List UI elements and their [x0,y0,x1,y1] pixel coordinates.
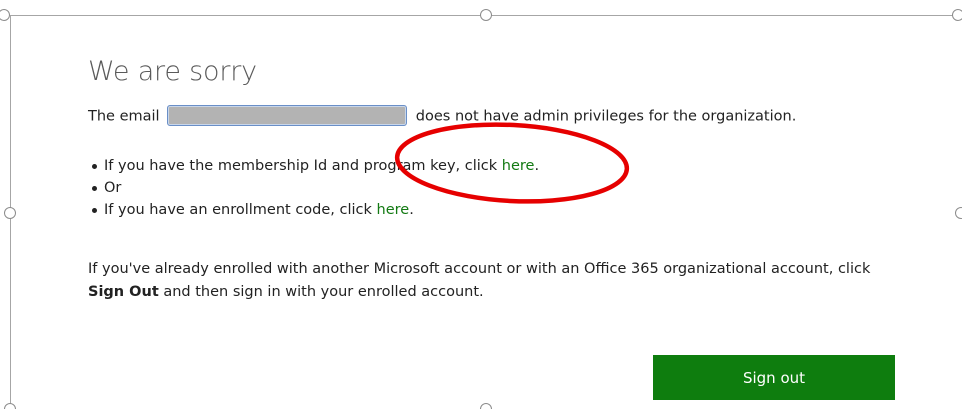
email-suffix: does not have admin privileges for the o… [415,108,797,125]
enrollment-here-link[interactable]: here [377,202,410,218]
list-item-enrollment: If you have an enrollment code, click he… [92,199,539,221]
options-list: If you have the membership Id and progra… [92,155,539,221]
resize-handle-top-center[interactable] [480,9,492,21]
resize-handle-middle-left[interactable] [4,207,16,219]
error-dialog: We are sorry The email does not have adm… [88,52,908,300]
email-prefix: The email [88,108,160,125]
resize-handle-top-right[interactable] [952,9,962,21]
screenshot-canvas: We are sorry The email does not have adm… [0,0,962,409]
signout-note: If you've already enrolled with another … [88,261,871,300]
resize-handle-middle-right[interactable] [955,207,962,219]
membership-here-link[interactable]: here [502,158,535,174]
resize-handle-top-left[interactable] [0,9,10,21]
list-item-or: Or [92,177,539,199]
page-title: We are sorry [88,56,257,87]
resize-handle-bottom-center[interactable] [480,403,492,409]
resize-handle-bottom-left[interactable] [4,403,16,409]
email-message: The email does not have admin privileges… [88,105,796,128]
redacted-email-field [167,105,408,126]
signout-emphasis: Sign Out [88,284,159,300]
list-item-membership: If you have the membership Id and progra… [92,155,539,177]
sign-out-button[interactable]: Sign out [653,355,895,400]
